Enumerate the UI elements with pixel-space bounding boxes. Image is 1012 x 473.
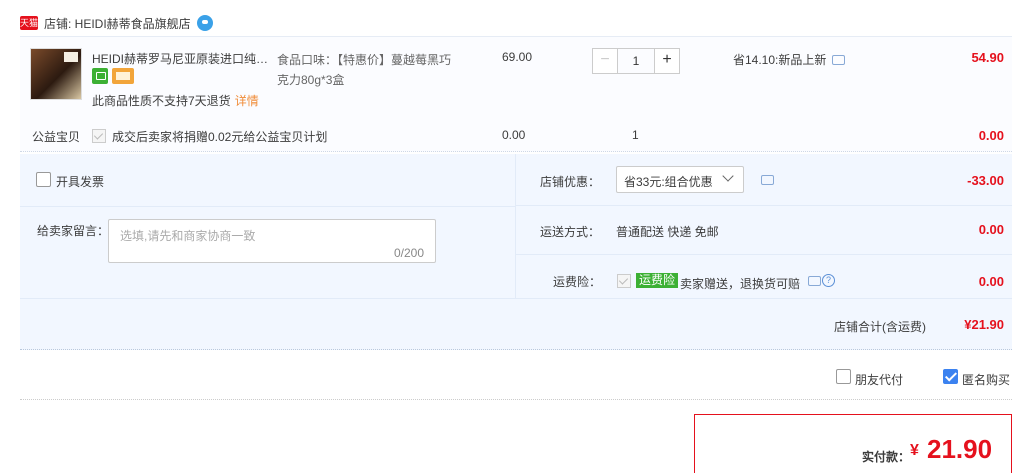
- unit-price: 69.00: [502, 50, 533, 64]
- charity-text: 成交后卖家将捐赠0.02元给公益宝贝计划: [112, 130, 328, 144]
- discount-selected-value: 省33元:组合优惠: [624, 175, 713, 189]
- shop-total-label: 店铺合计(含运费): [834, 320, 926, 334]
- friend-pay-label[interactable]: 朋友代付: [855, 371, 903, 388]
- insurance-label: 运费险：: [553, 275, 602, 289]
- payment-amount: 21.90: [927, 434, 993, 464]
- insurance-tag: 运费险: [636, 273, 679, 288]
- payment-label: 实付款：: [862, 450, 911, 464]
- insurance-amount: 0.00: [978, 274, 1004, 289]
- tmall-badge: 天猫: [20, 16, 39, 30]
- charity-quantity: 1: [632, 128, 639, 142]
- message-label: 给卖家留言：: [37, 224, 110, 238]
- invoice-label[interactable]: 开具发票: [56, 173, 104, 190]
- charity-price: 0.00: [502, 128, 526, 142]
- return-detail-link[interactable]: 详情: [235, 94, 259, 108]
- divider: [20, 399, 1012, 400]
- return-policy-note: 此商品性质不支持7天退货 详情: [92, 92, 259, 109]
- item-subtotal: 54.90: [971, 50, 1004, 65]
- row-divider: [516, 205, 1012, 206]
- item-promotion: 省14.10:新品上新: [733, 51, 846, 68]
- message-char-count: 0/200: [394, 246, 425, 260]
- anonymous-purchase-label[interactable]: 匿名购买: [962, 371, 1010, 388]
- row-divider: [516, 254, 1012, 255]
- item-promotion-text: 省14.10:新品上新: [733, 53, 827, 67]
- shipping-method: 普通配送 快递 免邮: [616, 225, 719, 239]
- insurance-text: 卖家赠送，退换货可赔: [680, 277, 801, 291]
- return-policy-text: 此商品性质不支持7天退货: [92, 94, 231, 108]
- message-placeholder: 选填,请先和商家协商一致: [120, 229, 256, 243]
- shop-name-link[interactable]: 店铺: HEIDI赫蒂食品旗舰店: [44, 15, 191, 32]
- product-title-link[interactable]: HEIDI赫蒂罗马尼亚原装进口纯…: [92, 50, 270, 67]
- shipping-label: 运送方式：: [540, 225, 601, 239]
- row-divider: [20, 298, 1012, 299]
- sku-line-1: 食品口味：【特惠价】蔓越莓黑巧: [277, 53, 452, 67]
- sku-line-2: 克力80g*3盒: [277, 73, 345, 87]
- service-badge-icon[interactable]: [92, 68, 108, 84]
- shop-total-amount: ¥21.90: [964, 317, 1004, 332]
- friend-pay-checkbox[interactable]: [836, 369, 851, 384]
- shipping-amount: 0.00: [978, 222, 1004, 237]
- discount-label: 店铺优惠：: [540, 175, 601, 189]
- product-thumbnail[interactable]: [30, 48, 82, 100]
- chat-seller-icon[interactable]: [196, 15, 213, 31]
- quantity-input[interactable]: 1: [618, 48, 654, 74]
- credit-card-badge-icon[interactable]: [112, 68, 134, 84]
- discount-comment-icon[interactable]: [761, 175, 774, 185]
- charity-checkbox[interactable]: [92, 129, 106, 143]
- anonymous-purchase-checkbox[interactable]: [943, 369, 958, 384]
- shop-header: 天猫 店铺: HEIDI赫蒂食品旗舰店: [20, 12, 213, 34]
- charity-label: 公益宝贝: [32, 130, 81, 144]
- quantity-increase-button[interactable]: +: [654, 48, 680, 74]
- insurance-checkbox[interactable]: [617, 274, 631, 288]
- discount-amount: -33.00: [967, 173, 1004, 188]
- sku-info: 食品口味：【特惠价】蔓越莓黑巧 克力80g*3盒: [277, 50, 467, 90]
- quantity-stepper: − 1 +: [592, 48, 680, 74]
- payment-currency: ¥: [910, 442, 919, 459]
- promo-comment-icon[interactable]: [832, 54, 846, 65]
- charity-subtotal: 0.00: [978, 128, 1004, 143]
- quantity-decrease-button[interactable]: −: [592, 48, 618, 74]
- insurance-comment-icon[interactable]: [808, 276, 821, 286]
- invoice-checkbox[interactable]: [36, 172, 51, 187]
- help-icon[interactable]: ?: [822, 274, 835, 287]
